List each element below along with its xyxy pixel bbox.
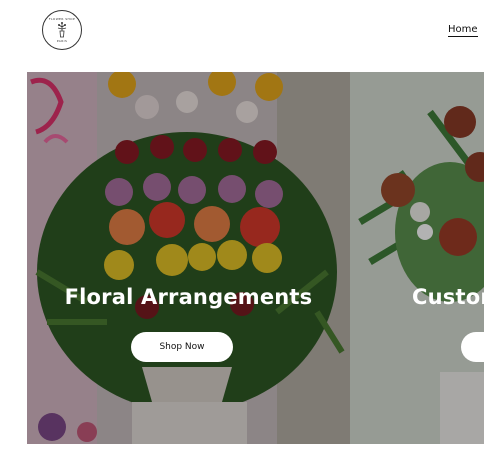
nav-home-link[interactable]: Home <box>448 24 478 37</box>
slide-title: Floral Arrangements <box>64 285 313 309</box>
flower-vase-icon <box>57 22 67 38</box>
shop-now-button[interactable]: Shop Now <box>131 332 233 362</box>
slide-floral-arrangements[interactable]: Floral Arrangements Shop Now <box>27 72 350 444</box>
site-header: FLOWER SHOP PARIS Home <box>0 0 484 62</box>
slide-custom[interactable]: Custom <box>350 72 484 444</box>
logo-text-bottom: PARIS <box>56 39 68 43</box>
shop-now-button[interactable] <box>461 332 484 362</box>
hero-slider[interactable]: Floral Arrangements Shop Now Custom <box>27 72 484 444</box>
page: FLOWER SHOP PARIS Home Floral Arrangemen… <box>0 0 484 464</box>
slide-overlay <box>27 72 350 444</box>
slide-title: Custom <box>412 285 484 309</box>
slide-overlay <box>350 72 484 444</box>
site-logo[interactable]: FLOWER SHOP PARIS <box>42 10 82 50</box>
